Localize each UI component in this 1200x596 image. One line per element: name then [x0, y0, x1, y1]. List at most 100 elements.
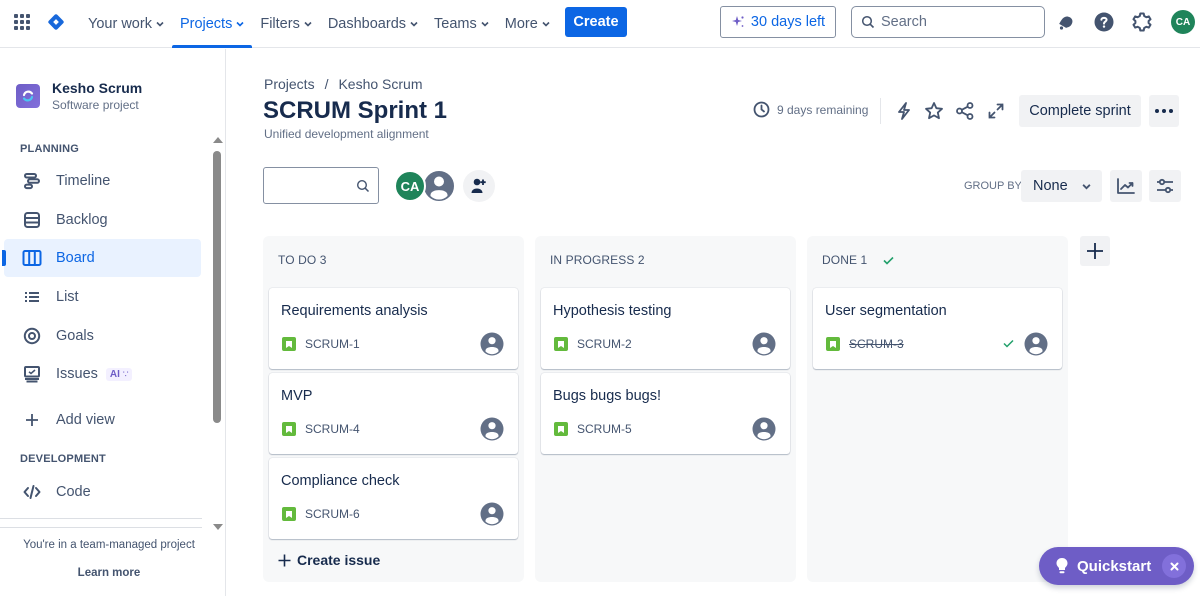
- issue-key[interactable]: SCRUM-2: [577, 337, 632, 351]
- board-icon: [22, 248, 42, 268]
- share-icon[interactable]: [954, 100, 976, 122]
- add-view-button[interactable]: Add view: [4, 401, 201, 439]
- nav-filters[interactable]: Filters: [252, 0, 319, 48]
- project-header[interactable]: Kesho Scrum Software project: [16, 79, 142, 113]
- insights-chart-icon[interactable]: [1110, 170, 1142, 202]
- lightbulb-icon: [1056, 558, 1068, 574]
- breadcrumb-projects[interactable]: Projects: [264, 76, 315, 92]
- automation-lightning-icon[interactable]: [893, 100, 915, 122]
- ai-badge-label: AI: [109, 368, 120, 380]
- issue-card[interactable]: MVP SCRUM-4: [269, 373, 518, 454]
- backlog-icon: [22, 210, 42, 230]
- done-check-icon: [1003, 339, 1014, 348]
- scroll-down-arrow-icon[interactable]: [213, 524, 223, 530]
- issue-meta: SCRUM-3: [826, 337, 904, 351]
- more-actions-icon[interactable]: [1149, 95, 1179, 127]
- group-by-value: None: [1033, 178, 1068, 194]
- code-icon: [22, 482, 42, 502]
- story-icon: [554, 422, 568, 436]
- unassigned-avatar-icon[interactable]: [1024, 332, 1048, 356]
- nav-label: More: [504, 16, 538, 32]
- view-settings-icon[interactable]: [1149, 170, 1181, 202]
- issue-key[interactable]: SCRUM-4: [305, 422, 360, 436]
- planning-section-title: PLANNING: [20, 143, 80, 155]
- trial-button[interactable]: 30 days left: [720, 6, 836, 38]
- scroll-up-arrow-icon[interactable]: [213, 137, 223, 143]
- issue-card[interactable]: Bugs bugs bugs! SCRUM-5: [541, 373, 790, 454]
- close-icon[interactable]: [1162, 554, 1186, 578]
- timeline-icon: [22, 171, 42, 191]
- unassigned-avatar-icon[interactable]: [422, 169, 456, 203]
- issue-card[interactable]: User segmentation SCRUM-3: [813, 288, 1062, 369]
- breadcrumb-project[interactable]: Kesho Scrum: [338, 76, 422, 92]
- star-icon[interactable]: [923, 100, 945, 122]
- board-column-done: DONE 1 User segmentation SCRUM-3: [807, 236, 1068, 582]
- nav-label: Filters: [260, 16, 300, 32]
- quickstart-label: Quickstart: [1077, 557, 1152, 575]
- nav-projects[interactable]: Projects: [171, 0, 253, 48]
- global-search[interactable]: [851, 6, 1045, 38]
- nav-dashboards[interactable]: Dashboards: [320, 0, 426, 48]
- learn-more-link[interactable]: Learn more: [0, 567, 218, 579]
- create-issue-button[interactable]: Create issue: [278, 552, 380, 568]
- board-column-todo: TO DO 3 Requirements analysis SCRUM-1 MV…: [263, 236, 524, 582]
- board-search[interactable]: [263, 167, 379, 204]
- quickstart-button[interactable]: Quickstart: [1039, 547, 1194, 585]
- scrollbar-thumb[interactable]: [213, 151, 221, 423]
- issue-meta: SCRUM-2: [554, 337, 632, 351]
- issue-card[interactable]: Hypothesis testing SCRUM-2: [541, 288, 790, 369]
- nav-teams[interactable]: Teams: [426, 0, 497, 48]
- expand-icon[interactable]: [985, 100, 1007, 122]
- unassigned-avatar-icon[interactable]: [480, 332, 504, 356]
- sprint-goal: Unified development alignment: [264, 127, 429, 141]
- board-search-input[interactable]: [272, 177, 352, 194]
- settings-gear-icon[interactable]: [1131, 11, 1153, 33]
- sidebar-scrollbar[interactable]: [211, 134, 223, 530]
- sidebar-item-list[interactable]: List: [4, 278, 201, 316]
- chevron-down-icon: [156, 21, 164, 27]
- complete-sprint-button[interactable]: Complete sprint: [1019, 95, 1141, 127]
- issue-key[interactable]: SCRUM-3: [849, 337, 904, 351]
- notifications-icon[interactable]: [1055, 11, 1077, 33]
- sidebar-item-label: Add view: [56, 412, 115, 428]
- story-icon: [554, 337, 568, 351]
- unassigned-avatar-icon[interactable]: [480, 417, 504, 441]
- assignee-filter-avatar[interactable]: CA: [394, 170, 426, 202]
- list-icon: [22, 287, 42, 307]
- issue-card[interactable]: Requirements analysis SCRUM-1: [269, 288, 518, 369]
- unassigned-avatar-icon[interactable]: [752, 417, 776, 441]
- sidebar-item-board[interactable]: Board: [2, 239, 201, 277]
- group-by-select[interactable]: None: [1021, 170, 1102, 202]
- nav-your-work[interactable]: Your work: [80, 0, 172, 48]
- primary-nav: Your work Projects Filters Dashboards Te…: [80, 0, 558, 48]
- sidebar-item-goals[interactable]: Goals: [4, 317, 201, 355]
- sidebar-item-timeline[interactable]: Timeline: [4, 162, 201, 200]
- sparkle-icon: ∵: [122, 368, 129, 379]
- top-navigation: Your work Projects Filters Dashboards Te…: [0, 0, 1200, 48]
- story-icon: [282, 337, 296, 351]
- unassigned-avatar-icon[interactable]: [752, 332, 776, 356]
- sidebar-item-label: List: [56, 289, 79, 305]
- issue-card[interactable]: Compliance check SCRUM-6: [269, 458, 518, 539]
- nav-more[interactable]: More: [497, 0, 558, 48]
- issue-key[interactable]: SCRUM-5: [577, 422, 632, 436]
- jira-logo-icon[interactable]: [46, 12, 66, 32]
- add-people-icon[interactable]: [463, 170, 495, 202]
- nav-label: Your work: [88, 16, 152, 32]
- sidebar-item-issues[interactable]: Issues AI ∵: [4, 355, 201, 393]
- issue-key[interactable]: SCRUM-1: [305, 337, 360, 351]
- issue-meta: SCRUM-5: [554, 422, 632, 436]
- sidebar-item-backlog[interactable]: Backlog: [4, 201, 201, 239]
- unassigned-avatar-icon[interactable]: [480, 502, 504, 526]
- user-avatar[interactable]: CA: [1171, 10, 1195, 34]
- help-icon[interactable]: [1093, 11, 1115, 33]
- issue-key[interactable]: SCRUM-6: [305, 507, 360, 521]
- sidebar-item-code[interactable]: Code: [4, 473, 201, 511]
- global-search-input[interactable]: [881, 14, 1031, 30]
- column-header: TO DO 3: [278, 253, 327, 267]
- add-column-button[interactable]: [1080, 236, 1110, 266]
- issue-title: Compliance check: [281, 473, 400, 489]
- create-button[interactable]: Create: [565, 7, 627, 37]
- chevron-down-icon: [481, 21, 489, 27]
- app-switcher-icon[interactable]: [13, 13, 31, 31]
